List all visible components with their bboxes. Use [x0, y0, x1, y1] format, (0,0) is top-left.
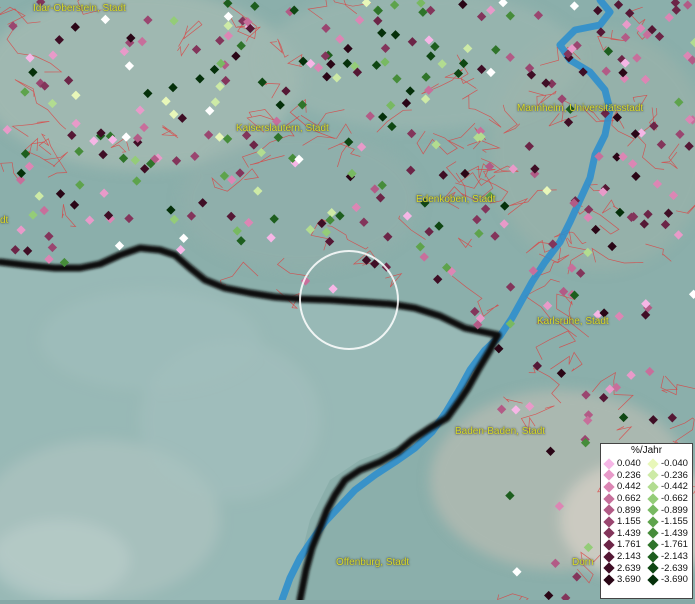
legend-entry-pos: 1.761 — [603, 539, 647, 551]
legend-swatch — [603, 527, 615, 540]
legend-value: -0.442 — [661, 481, 688, 493]
legend-value: -2.143 — [661, 551, 688, 563]
legend-entry-pos: 0.899 — [603, 504, 647, 516]
legend-swatch — [647, 574, 659, 586]
legend-value: 0.899 — [617, 504, 641, 516]
legend-entry-pos: 2.143 — [603, 550, 647, 563]
legend-entry-neg: -0.040 — [647, 458, 691, 470]
legend-entry-neg: -3.690 — [647, 574, 691, 586]
legend-entry-neg: -0.442 — [647, 481, 691, 493]
legend-value: -1.155 — [661, 516, 688, 528]
legend-swatch — [603, 516, 615, 528]
legend-grid: 0.040 -0.040 0.236 -0.236 0.442 -0.442 0.662 -0… — [603, 458, 692, 586]
legend-row: 3.690 -3.690 — [603, 574, 692, 586]
map-canvas[interactable] — [0, 0, 695, 604]
legend-swatch — [603, 481, 615, 493]
legend-value: -0.236 — [661, 469, 688, 481]
legend-entry-neg: -1.439 — [647, 527, 691, 540]
legend-value: 0.236 — [617, 469, 641, 481]
legend-swatch — [603, 539, 615, 551]
legend-entry-pos: 0.040 — [603, 458, 647, 470]
city-label-baden-baden[interactable]: Baden-Baden, Stadt — [455, 426, 545, 437]
legend-entry-neg: -2.143 — [647, 550, 691, 563]
legend-value: -3.690 — [661, 574, 688, 586]
legend-entry-pos: 2.639 — [603, 562, 647, 574]
legend-entry-neg: -0.662 — [647, 492, 691, 505]
legend: %/Jahr 0.040 -0.040 0.236 -0.236 0.442 -0.442… — [600, 443, 693, 599]
legend-entry-neg: -1.155 — [647, 516, 691, 528]
legend-swatch — [647, 516, 659, 528]
legend-value: -0.899 — [661, 504, 688, 516]
legend-value: 0.662 — [617, 493, 641, 505]
legend-row: 0.040 -0.040 — [603, 458, 692, 470]
legend-row: 0.442 -0.442 — [603, 481, 692, 493]
city-label-mannheim[interactable]: Mannheim, Universitätsstadt — [517, 103, 643, 114]
legend-value: 0.442 — [617, 481, 641, 493]
legend-swatch — [603, 504, 615, 516]
legend-row: 0.236 -0.236 — [603, 469, 692, 482]
legend-swatch — [603, 562, 615, 574]
legend-entry-pos: 1.439 — [603, 527, 647, 540]
city-label-karlsruhe[interactable]: Karlsruhe, Stadt — [537, 316, 609, 327]
legend-value: 0.040 — [617, 458, 641, 470]
legend-row: 2.639 -2.639 — [603, 562, 692, 574]
legend-row: 0.899 -0.899 — [603, 504, 692, 516]
legend-entry-neg: -0.236 — [647, 469, 691, 482]
legend-entry-pos: 0.442 — [603, 481, 647, 493]
legend-value: -0.662 — [661, 493, 688, 505]
city-label-dorn[interactable]: Dorn — [572, 557, 594, 568]
legend-swatch — [647, 458, 659, 470]
legend-value: 1.761 — [617, 539, 641, 551]
legend-swatch — [647, 550, 659, 563]
legend-entry-pos: 1.155 — [603, 516, 647, 528]
city-label-left-edge[interactable]: dt — [0, 215, 8, 226]
legend-entry-neg: -1.761 — [647, 539, 691, 551]
legend-row: 1.439 -1.439 — [603, 527, 692, 540]
legend-value: -1.761 — [661, 539, 688, 551]
legend-entry-pos: 0.236 — [603, 469, 647, 482]
legend-swatch — [647, 469, 659, 482]
legend-swatch — [647, 527, 659, 540]
legend-swatch — [603, 574, 615, 586]
legend-value: 3.690 — [617, 574, 641, 586]
legend-entry-pos: 0.662 — [603, 492, 647, 505]
city-label-idar-oberstein[interactable]: Idar-Oberstein, Stadt — [33, 3, 126, 14]
legend-swatch — [647, 492, 659, 505]
legend-row: 1.761 -1.761 — [603, 539, 692, 551]
legend-value: 1.155 — [617, 516, 641, 528]
legend-swatch — [603, 458, 615, 470]
legend-row: 1.155 -1.155 — [603, 516, 692, 528]
legend-swatch — [647, 562, 659, 574]
legend-row: 2.143 -2.143 — [603, 550, 692, 563]
legend-value: -1.439 — [661, 527, 688, 539]
legend-swatch — [647, 481, 659, 493]
city-label-edenkoben[interactable]: Edenkoben, Stadt — [416, 194, 496, 205]
legend-value: 1.439 — [617, 527, 641, 539]
legend-value: -2.639 — [661, 562, 688, 574]
legend-value: 2.639 — [617, 562, 641, 574]
legend-row: 0.662 -0.662 — [603, 492, 692, 505]
legend-swatch — [603, 469, 615, 482]
legend-value: 2.143 — [617, 551, 641, 563]
legend-swatch — [647, 539, 659, 551]
legend-swatch — [603, 550, 615, 563]
map-view[interactable] — [0, 0, 695, 604]
legend-entry-pos: 3.690 — [603, 574, 647, 586]
legend-title: %/Jahr — [630, 445, 663, 456]
city-label-offenburg[interactable]: Offenburg, Stadt — [336, 557, 409, 568]
legend-swatch — [647, 504, 659, 516]
legend-entry-neg: -0.899 — [647, 504, 691, 516]
legend-value: -0.040 — [661, 458, 688, 470]
legend-swatch — [603, 492, 615, 505]
city-label-kaiserslautern[interactable]: Kaiserslautern, Stadt — [236, 123, 329, 134]
legend-entry-neg: -2.639 — [647, 562, 691, 574]
